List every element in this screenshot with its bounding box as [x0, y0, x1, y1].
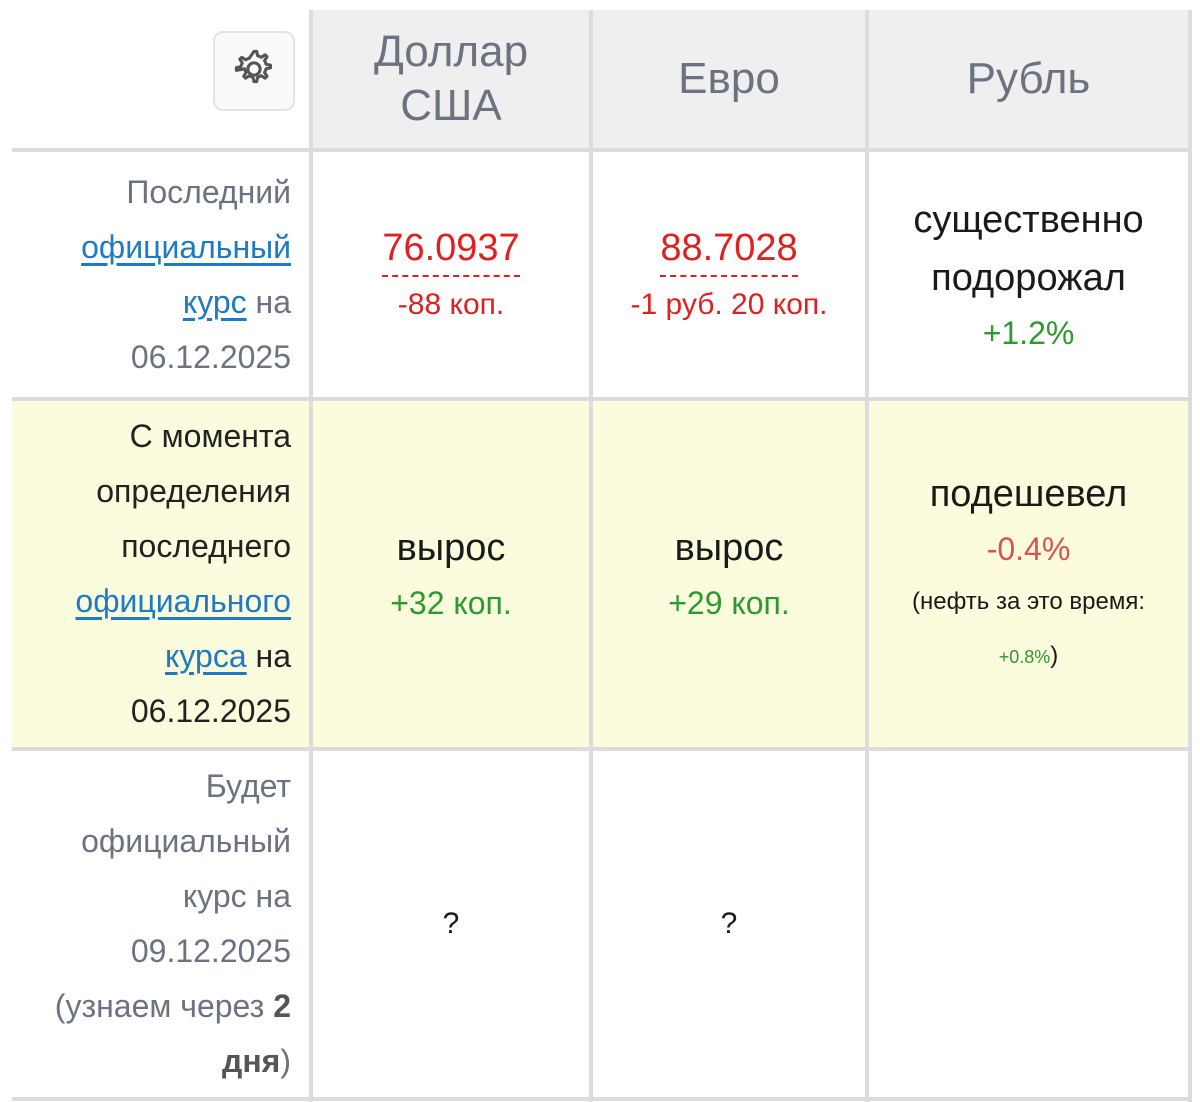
column-divider: [1188, 10, 1192, 1102]
rate-link-2[interactable]: курса: [165, 638, 247, 674]
rub-official-line1: существенно: [913, 198, 1144, 241]
since-label-line1: С момента: [129, 418, 291, 454]
gear-icon: [231, 46, 277, 97]
header-usd-line2: США: [400, 81, 502, 130]
column-header-rub: Рубль: [869, 10, 1188, 148]
eur-future-unknown: ?: [720, 907, 738, 940]
future-wait-unit: дня: [222, 1043, 281, 1079]
future-wait-prefix: (узнаем через: [54, 988, 274, 1024]
future-label-line3: курс на: [182, 878, 291, 914]
future-label-line2: официальный: [81, 823, 291, 859]
official-usd-cell: 76.0937 -88 коп.: [313, 152, 589, 397]
usd-future-unknown: ?: [442, 907, 460, 940]
column-header-usd: Доллар США: [313, 10, 589, 148]
official-date: 06.12.2025: [130, 338, 291, 375]
future-label-line1: Будет: [205, 768, 291, 804]
rub-official-change: +1.2%: [982, 314, 1075, 351]
oil-note-suffix: ): [1050, 641, 1059, 669]
since-date: 06.12.2025: [130, 693, 291, 729]
official-label-line1: Последний: [126, 173, 291, 210]
header-usd-line1: Доллар: [373, 27, 529, 76]
future-wait-suffix: ): [280, 1043, 291, 1079]
official-rate-link-2[interactable]: официального: [75, 583, 291, 619]
future-rub-cell: [869, 751, 1188, 1097]
oil-note-prefix: (нефть за это время:: [911, 587, 1146, 615]
usd-since-status: вырос: [396, 527, 506, 569]
eur-official-rate[interactable]: 88.7028: [660, 223, 798, 277]
since-usd-cell: вырос +32 коп.: [313, 401, 589, 747]
usd-official-delta: -88 коп.: [397, 287, 505, 321]
rub-since-status: подешевел: [929, 472, 1128, 515]
header-rub-label: Рубль: [966, 54, 1091, 103]
rate-link[interactable]: курс: [183, 284, 247, 320]
since-label-line2: определения: [96, 473, 291, 509]
row-divider: [12, 1097, 1192, 1101]
eur-since-change: +29 коп.: [668, 585, 790, 621]
oil-change: +0.8%: [998, 646, 1051, 667]
column-header-eur: Евро: [593, 10, 865, 148]
since-rub-cell: подешевел -0.4% (нефть за это время: +0.…: [869, 401, 1188, 747]
usd-since-change: +32 коп.: [390, 585, 512, 621]
row-label-official: Последний официальный курс на 06.12.2025: [12, 152, 309, 397]
usd-official-rate[interactable]: 76.0937: [382, 223, 520, 277]
future-eur-cell: ?: [593, 751, 865, 1097]
official-eur-cell: 88.7028 -1 руб. 20 коп.: [593, 152, 865, 397]
settings-button[interactable]: [213, 31, 295, 111]
since-label-on: на: [246, 638, 291, 674]
future-date: 09.12.2025: [130, 933, 291, 969]
eur-since-status: вырос: [674, 527, 784, 569]
future-wait-num: 2: [273, 988, 291, 1024]
future-usd-cell: ?: [313, 751, 589, 1097]
official-rate-link[interactable]: официальный: [81, 229, 291, 265]
official-label-on: на: [246, 283, 291, 320]
eur-official-delta: -1 руб. 20 коп.: [630, 287, 828, 321]
row-label-since: С момента определения последнего официал…: [12, 401, 309, 747]
since-eur-cell: вырос +29 коп.: [593, 401, 865, 747]
row-label-future: Будет официальный курс на 09.12.2025 (уз…: [12, 751, 309, 1097]
rub-since-change: -0.4%: [986, 530, 1071, 567]
official-rub-cell: существенно подорожал +1.2%: [869, 152, 1188, 397]
header-eur-label: Евро: [678, 54, 780, 103]
since-label-line3: последнего: [121, 528, 291, 564]
rub-official-line2: подорожал: [931, 256, 1126, 299]
